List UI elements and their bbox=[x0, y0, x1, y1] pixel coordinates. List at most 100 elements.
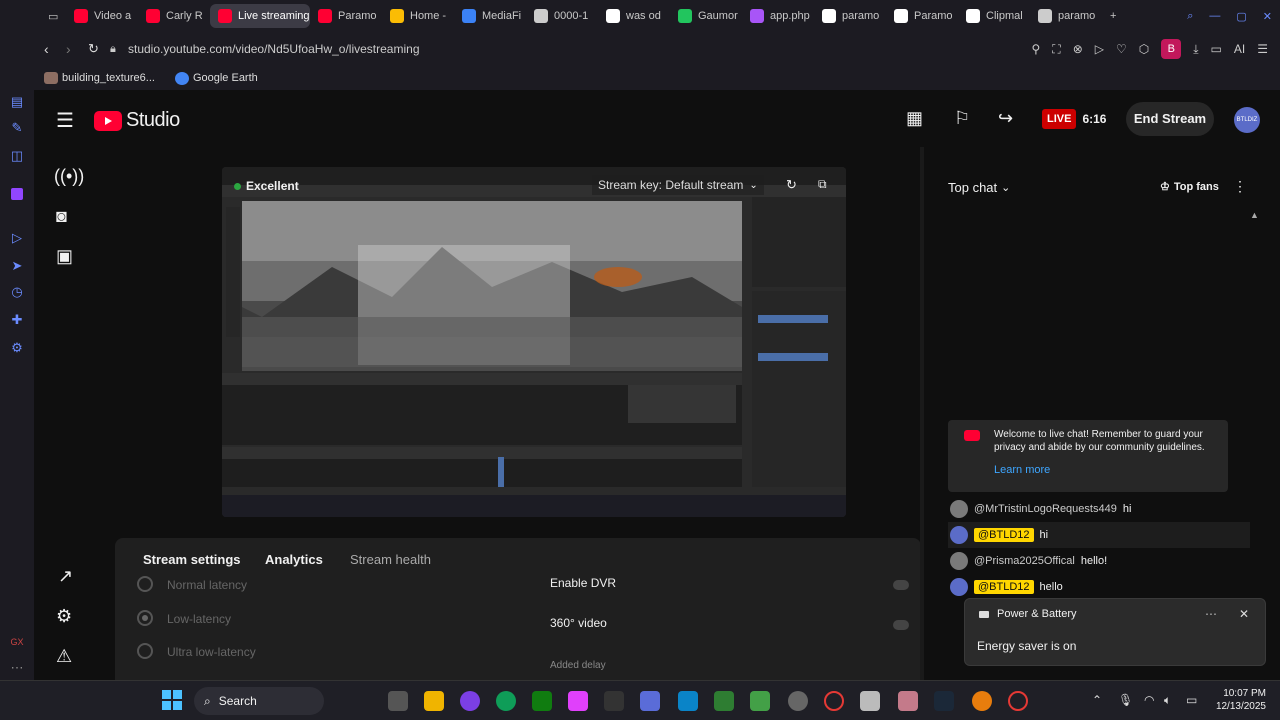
toast-close-icon[interactable]: ✕ bbox=[1239, 607, 1249, 621]
stream-icon[interactable]: ((•)) bbox=[54, 166, 84, 187]
feedback-icon[interactable]: ⚠ bbox=[56, 646, 72, 667]
block-icon[interactable]: ⊗ bbox=[1073, 42, 1083, 56]
snapshot-icon[interactable]: ⛶ bbox=[1052, 42, 1060, 57]
settings-gear-icon[interactable]: ⚙ bbox=[56, 606, 72, 627]
learn-more-link[interactable]: Learn more bbox=[994, 464, 1050, 476]
channel-avatar[interactable]: BTLDIZ bbox=[1234, 107, 1260, 133]
browser-tab[interactable]: paramo bbox=[1030, 4, 1102, 28]
browser-tab[interactable]: Carly R bbox=[138, 4, 210, 28]
extensions-icon[interactable]: ⬡ bbox=[1139, 42, 1149, 56]
studio-logo[interactable]: Studio bbox=[94, 109, 180, 132]
forward-icon[interactable]: › bbox=[66, 41, 88, 57]
minecraft-icon[interactable] bbox=[714, 691, 734, 711]
clapperboard-icon[interactable]: ▦ bbox=[906, 108, 923, 129]
pen-icon[interactable]: ✎ bbox=[9, 120, 25, 136]
reload-icon[interactable]: ↻ bbox=[88, 41, 110, 57]
radio-low-latency[interactable] bbox=[137, 610, 153, 626]
minimize-icon[interactable]: — bbox=[1201, 4, 1228, 28]
maximize-icon[interactable]: ▢ bbox=[1228, 4, 1254, 28]
blender-icon[interactable] bbox=[972, 691, 992, 711]
chat-author[interactable]: @BTLD12 bbox=[974, 580, 1034, 594]
xbox-icon[interactable] bbox=[532, 691, 552, 711]
tab-menu-icon[interactable]: ▭ bbox=[40, 4, 66, 28]
profile-avatar[interactable]: B bbox=[1161, 39, 1182, 59]
send-page-icon[interactable]: ▷ bbox=[1095, 42, 1104, 56]
chat-message[interactable]: @MrTristinLogoRequests449 hi bbox=[948, 496, 1250, 522]
briefcase-icon[interactable]: ▤ bbox=[9, 94, 25, 110]
search-tabs-icon[interactable]: ⌕ bbox=[1179, 4, 1201, 28]
tab-analytics[interactable]: Analytics bbox=[265, 552, 323, 567]
browser-tab[interactable]: Video a bbox=[66, 4, 138, 28]
play-icon[interactable]: ▷ bbox=[9, 230, 25, 246]
volume-icon[interactable]: 🔈︎ bbox=[1164, 693, 1171, 708]
refresh-icon[interactable]: ↻ bbox=[786, 177, 797, 193]
bookmark-item[interactable]: building_texture6... bbox=[62, 72, 155, 84]
puzzle-icon[interactable]: ✚ bbox=[9, 312, 25, 328]
browser-tab[interactable]: MediaFi bbox=[454, 4, 526, 28]
camera-icon[interactable]: ◙ bbox=[56, 206, 67, 227]
scroll-up-icon[interactable]: ▲ bbox=[1250, 210, 1259, 220]
browser-tab[interactable]: Gaumor bbox=[670, 4, 742, 28]
top-fans-button[interactable]: ♔ Top fans bbox=[1160, 180, 1219, 194]
windows-start-icon[interactable] bbox=[162, 690, 182, 710]
url-text[interactable]: studio.youtube.com/video/Nd5UfoaHw_o/liv… bbox=[128, 42, 420, 56]
wifi-icon[interactable]: ◠ bbox=[1144, 693, 1154, 707]
hamburger-menu-icon[interactable]: ☰ bbox=[56, 108, 74, 133]
ai-button[interactable]: AI bbox=[1234, 42, 1245, 56]
opera-icon[interactable] bbox=[1008, 691, 1028, 711]
open-external-icon[interactable]: ↗ bbox=[58, 566, 73, 587]
chat-author[interactable]: @BTLD12 bbox=[974, 528, 1034, 542]
tab-stream-settings[interactable]: Stream settings bbox=[143, 552, 241, 567]
app-icon[interactable] bbox=[460, 691, 480, 711]
calendar-icon[interactable]: ▣ bbox=[56, 246, 73, 267]
chat-author[interactable]: @MrTristinLogoRequests449 bbox=[974, 503, 1117, 515]
tab-stream-health[interactable]: Stream health bbox=[350, 552, 431, 567]
chat-message[interactable]: @Prisma2025Offical hello! bbox=[948, 548, 1250, 574]
copy-icon[interactable]: ⧉ bbox=[818, 177, 827, 192]
browser-tab[interactable]: Paramo bbox=[886, 4, 958, 28]
enable-dvr-toggle[interactable] bbox=[893, 580, 909, 590]
page-scrollbar[interactable] bbox=[920, 147, 924, 687]
task-view-icon[interactable] bbox=[388, 691, 408, 711]
chat-more-icon[interactable]: ⋮ bbox=[1233, 178, 1247, 195]
settings-icon[interactable]: ⚙ bbox=[9, 340, 25, 356]
steam-icon[interactable] bbox=[934, 691, 954, 711]
notepad-icon[interactable] bbox=[640, 691, 660, 711]
app-icon-2[interactable] bbox=[678, 691, 698, 711]
taskbar-search[interactable]: ⌕ Search bbox=[194, 687, 324, 715]
opera-gx-icon[interactable] bbox=[824, 691, 844, 711]
back-icon[interactable]: ‹ bbox=[44, 41, 66, 57]
capcut-icon[interactable] bbox=[604, 691, 624, 711]
whatsapp-icon[interactable] bbox=[750, 691, 770, 711]
settings-app-icon[interactable] bbox=[788, 691, 808, 711]
browser-tab[interactable]: paramo bbox=[814, 4, 886, 28]
browser-tab[interactable]: Live streaming bbox=[210, 4, 310, 28]
browser-tab[interactable]: app.php bbox=[742, 4, 814, 28]
chat-mode-selector[interactable]: Top chat ⌄ bbox=[948, 180, 1010, 195]
tray-chevron-icon[interactable]: ⌃ bbox=[1092, 693, 1102, 707]
chat-author[interactable]: @Prisma2025Offical bbox=[974, 555, 1075, 567]
toast-more-icon[interactable]: ⋯ bbox=[1205, 607, 1217, 621]
power-battery-toast[interactable]: Power & Battery ⋯ ✕ Energy saver is on bbox=[964, 598, 1266, 666]
heart-icon[interactable]: ♡ bbox=[1116, 42, 1127, 56]
menu-icon[interactable]: ☰ bbox=[1257, 42, 1268, 56]
gx-icon[interactable]: GX bbox=[9, 634, 25, 650]
pin-icon[interactable]: ⚲ bbox=[1031, 42, 1040, 56]
browser-tab[interactable]: Clipmal bbox=[958, 4, 1030, 28]
close-window-icon[interactable]: ✕ bbox=[1255, 4, 1280, 28]
browser-tab[interactable]: Paramo bbox=[310, 4, 382, 28]
download-icon[interactable]: ⤓ bbox=[1193, 42, 1198, 57]
messenger-icon[interactable]: ◫ bbox=[9, 148, 25, 164]
clock[interactable]: 10:07 PM 12/13/2025 bbox=[1206, 687, 1266, 713]
radio-ultra-low-latency[interactable] bbox=[137, 643, 153, 659]
new-tab-icon[interactable]: + bbox=[1102, 4, 1122, 28]
radio-normal-latency[interactable] bbox=[137, 576, 153, 592]
lock-icon[interactable]: 🔒︎ bbox=[110, 43, 128, 56]
microphone-icon[interactable]: 🎙︎ bbox=[1118, 693, 1133, 707]
video-360-toggle[interactable] bbox=[893, 620, 909, 630]
chat-message[interactable]: @BTLD12 hello bbox=[948, 574, 1250, 600]
app-icon-4[interactable] bbox=[898, 691, 918, 711]
app-icon-3[interactable] bbox=[860, 691, 880, 711]
chat-message[interactable]: @BTLD12 hi bbox=[948, 522, 1250, 548]
stream-key-selector[interactable]: Stream key: Default stream ⌄ bbox=[592, 175, 764, 195]
